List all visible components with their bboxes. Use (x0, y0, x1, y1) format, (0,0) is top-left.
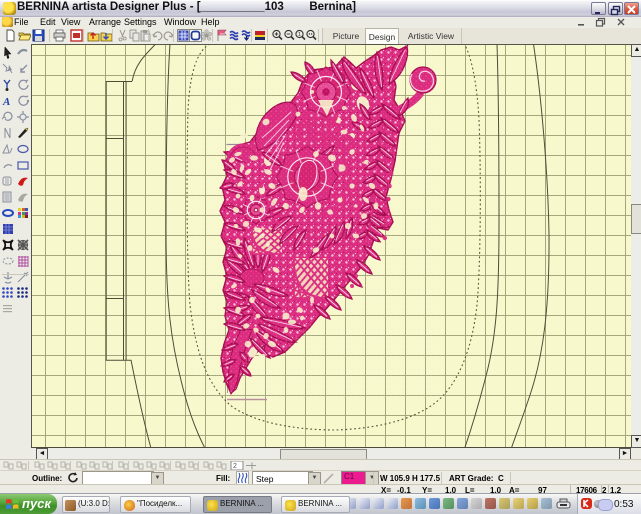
svg-text:A: A (2, 96, 10, 108)
svg-text:1: 1 (298, 32, 301, 38)
svg-text:2: 2 (233, 463, 237, 470)
